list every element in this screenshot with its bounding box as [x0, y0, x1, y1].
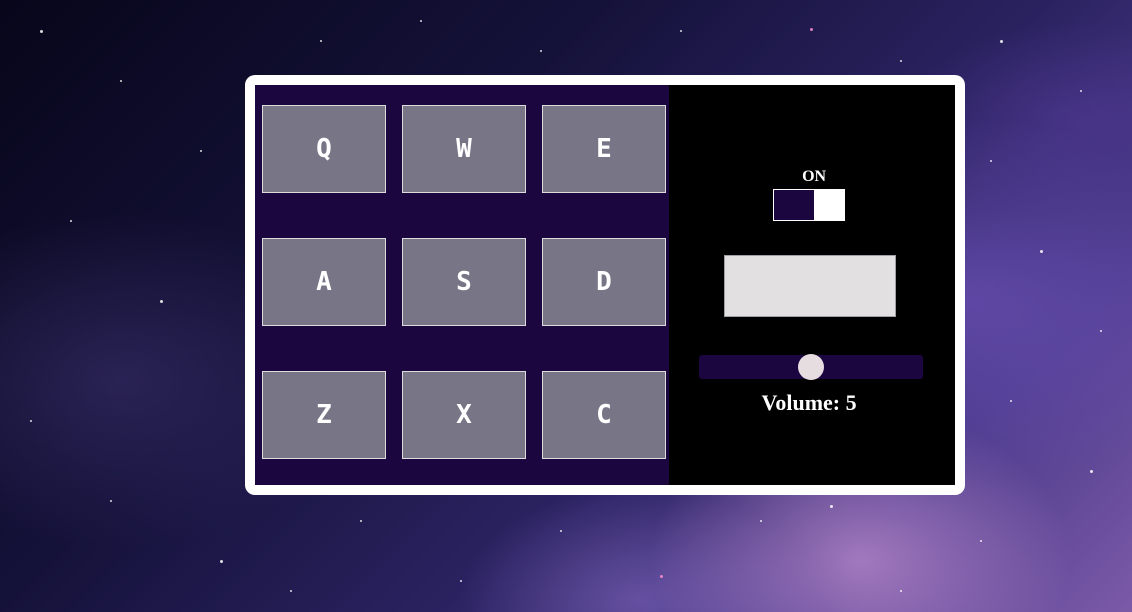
star [660, 575, 663, 578]
star [1080, 90, 1082, 92]
star [420, 20, 422, 22]
star [40, 30, 43, 33]
star [760, 520, 762, 522]
star [1000, 40, 1003, 43]
drum-pad-c[interactable]: C [542, 371, 666, 459]
star [680, 30, 682, 32]
star [360, 520, 362, 522]
star [290, 590, 292, 592]
power-label: ON [802, 168, 827, 185]
star [160, 300, 163, 303]
star [1100, 330, 1102, 332]
volume-label: Volume: 5 [761, 390, 857, 415]
star [540, 50, 542, 52]
drum-pad-d[interactable]: D [542, 238, 666, 326]
star [30, 420, 32, 422]
drum-pad-q[interactable]: Q [262, 105, 386, 193]
drum-pad-x[interactable]: X [402, 371, 526, 459]
star [70, 220, 72, 222]
sound-display [724, 255, 897, 317]
star [900, 590, 902, 592]
star [560, 530, 562, 532]
star [110, 500, 112, 502]
star [1010, 400, 1012, 402]
drum-pad-a[interactable]: A [262, 238, 386, 326]
star [320, 40, 322, 42]
drum-pad-s[interactable]: S [402, 238, 526, 326]
star [1040, 250, 1043, 253]
star [1090, 470, 1093, 473]
power-toggle-knob[interactable] [814, 190, 845, 220]
star [460, 580, 462, 582]
star [830, 505, 833, 508]
volume-slider-thumb[interactable] [798, 354, 825, 380]
drum-pad-z[interactable]: Z [262, 371, 386, 459]
star [200, 150, 202, 152]
controls-panel: ON Volume: 5 [669, 85, 955, 485]
star [900, 60, 902, 62]
pad-bank: Q W E A S D Z X C [255, 85, 670, 485]
star [810, 28, 813, 31]
drum-pad-e[interactable]: E [542, 105, 666, 193]
drum-machine: Q W E A S D Z X C ON Volume: 5 [245, 75, 965, 495]
power-toggle[interactable] [773, 189, 846, 221]
star [990, 160, 992, 162]
star [120, 80, 122, 82]
volume-slider[interactable] [699, 354, 924, 380]
star [980, 540, 982, 542]
drum-pad-w[interactable]: W [402, 105, 526, 193]
star [220, 560, 223, 563]
